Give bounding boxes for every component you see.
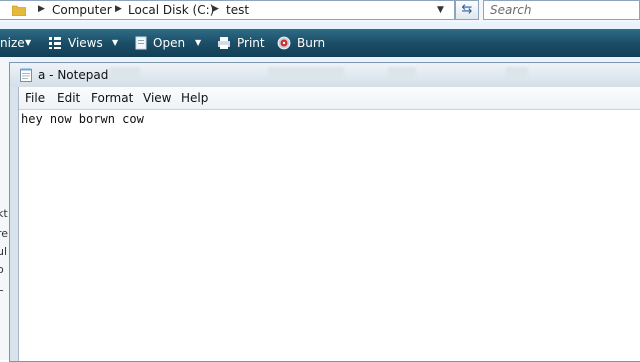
chevron-right-icon[interactable]: ▶: [212, 4, 219, 14]
notepad-text-area[interactable]: hey now borwn cow: [19, 110, 640, 361]
notepad-client-area: File Edit Format View Help hey now borwn…: [18, 87, 640, 361]
notepad-title-bar[interactable]: a - Notepad: [10, 63, 640, 87]
notepad-menubar: File Edit Format View Help: [19, 87, 640, 110]
burn-button[interactable]: Burn: [297, 29, 325, 57]
ghost-column-header: [388, 67, 416, 79]
document-text: hey now borwn cow: [21, 112, 144, 126]
menu-file[interactable]: File: [25, 91, 45, 105]
folder-icon: [12, 5, 26, 16]
refresh-button[interactable]: ⇆: [455, 0, 479, 20]
burn-icon: [277, 36, 291, 50]
refresh-icon: ⇆: [461, 2, 473, 17]
chevron-right-icon[interactable]: ▶: [115, 4, 122, 14]
explorer-toolbar: nize ▼ Views ▼ Open ▼ Print Burn: [0, 29, 640, 57]
dropdown-arrow-icon[interactable]: ▼: [25, 38, 31, 47]
notepad-title: a - Notepad: [38, 68, 109, 82]
dropdown-arrow-icon[interactable]: ▼: [195, 38, 201, 47]
print-icon: [218, 37, 230, 49]
address-row: ▶ Computer ▶ Local Disk (C:) ▶ test ▼ ⇆ …: [0, 0, 640, 22]
cut-off-label[interactable]: re: [0, 227, 8, 240]
breadcrumb-test[interactable]: test: [226, 3, 249, 17]
menu-help[interactable]: Help: [181, 91, 208, 105]
cut-off-label[interactable]: o: [0, 263, 4, 276]
chevron-right-icon[interactable]: ▶: [38, 4, 45, 14]
breadcrumb-local-disk[interactable]: Local Disk (C:): [128, 3, 214, 17]
notepad-window: a - Notepad File Edit Format View Help h…: [9, 62, 640, 362]
search-input[interactable]: Search: [483, 0, 640, 20]
address-bar[interactable]: ▶ Computer ▶ Local Disk (C:) ▶ test ▼: [0, 0, 455, 20]
notepad-doc-icon: [20, 68, 32, 82]
ghost-column-header: [110, 67, 140, 79]
menu-view[interactable]: View: [143, 91, 171, 105]
cut-off-label[interactable]: kt: [0, 207, 8, 220]
print-button[interactable]: Print: [237, 29, 265, 57]
cut-off-label[interactable]: L: [0, 281, 3, 294]
cut-off-label[interactable]: ul: [0, 245, 7, 258]
dropdown-arrow-icon[interactable]: ▼: [437, 5, 444, 15]
views-icon: [49, 37, 61, 49]
search-placeholder: Search: [490, 3, 532, 17]
ghost-column-header: [268, 67, 344, 79]
menu-edit[interactable]: Edit: [57, 91, 80, 105]
ghost-column-header: [506, 67, 528, 79]
open-icon: [135, 36, 147, 50]
open-button[interactable]: Open: [153, 29, 185, 57]
organize-button[interactable]: nize: [0, 29, 25, 57]
breadcrumb-computer[interactable]: Computer: [52, 3, 112, 17]
dropdown-arrow-icon[interactable]: ▼: [112, 38, 118, 47]
menu-format[interactable]: Format: [91, 91, 133, 105]
views-button[interactable]: Views: [68, 29, 103, 57]
